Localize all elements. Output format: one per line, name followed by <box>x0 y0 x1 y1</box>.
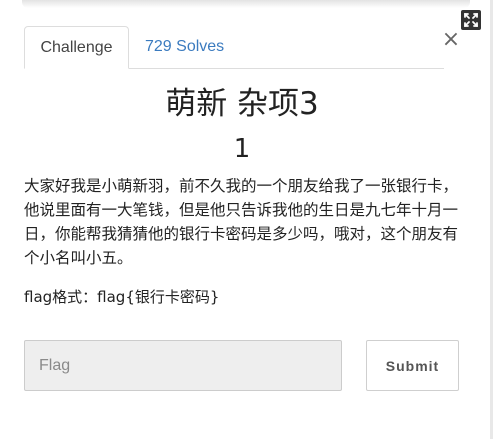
challenge-description: 大家好我是小萌新羽，前不久我的一个朋友给我了一张银行卡，他说里面有一大笔钱，但是… <box>24 177 459 267</box>
tab-solves[interactable]: 729 Solves <box>145 26 224 67</box>
expand-icon[interactable] <box>461 10 481 30</box>
modal-top-shadow <box>22 0 470 8</box>
challenge-points: 1 <box>233 134 251 164</box>
flag-input[interactable] <box>24 340 342 391</box>
flag-format-hint: flag格式：flag{银行卡密码} <box>24 288 220 306</box>
challenge-tabs: Challenge 729 Solves <box>24 26 444 69</box>
close-icon[interactable]: × <box>441 28 461 52</box>
expand-arrows-icon <box>464 13 478 27</box>
tab-challenge[interactable]: Challenge <box>24 26 129 69</box>
submit-button[interactable]: Submit <box>366 340 459 391</box>
challenge-title: 萌新 杂项3 <box>165 86 319 122</box>
